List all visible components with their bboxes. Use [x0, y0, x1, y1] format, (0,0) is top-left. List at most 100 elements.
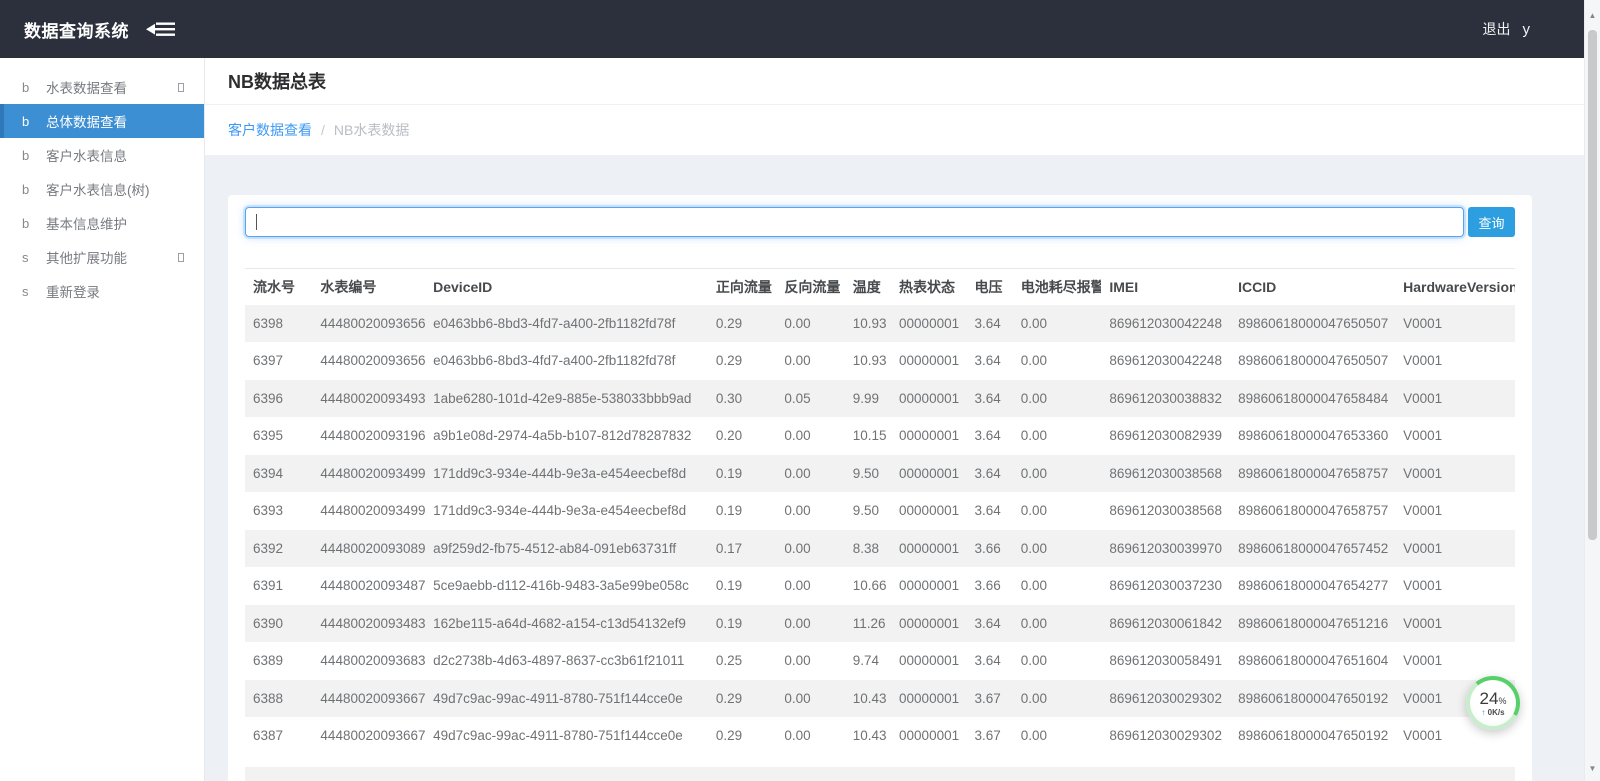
table-row: 639844480020093656e0463bb6-8bd3-4fd7-a40…	[245, 305, 1515, 343]
page-title: NB数据总表	[228, 68, 326, 94]
table-cell: 0.29	[708, 342, 776, 380]
sidebar-item[interactable]: b客户水表信息(树)	[0, 172, 204, 206]
table-cell: 3.64	[967, 492, 1013, 530]
logout-button[interactable]: 退出	[1483, 19, 1511, 39]
table-row: 639044480020093483162be115-a64d-4682-a15…	[245, 605, 1515, 643]
table-cell: 10.93	[845, 342, 891, 380]
table-cell: a9b1e08d-2974-4a5b-b107-812d78287832	[425, 417, 708, 455]
menu-item-label: 客户水表信息(树)	[46, 179, 150, 199]
table-cell: d2c2738b-4d63-4897-8637-cc3b61f21011	[425, 642, 708, 680]
sidebar-item[interactable]: b 总体数据查看	[0, 104, 204, 138]
table-cell: 0.00	[1013, 717, 1102, 755]
sidebar-menu: b水表数据查看 b 总体数据查看 b客户水表信息b客户水表信息(树)b基本信息维护s其…	[0, 58, 205, 781]
table-cell: V0001	[1395, 342, 1515, 380]
table-cell: 869612030039970	[1101, 530, 1230, 568]
download-speed: ↑ 0K/s	[1481, 709, 1504, 717]
sidebar-item[interactable]: b客户水表信息	[0, 138, 204, 172]
table-cell: 0.00	[776, 417, 844, 455]
column-header: 温度	[845, 269, 891, 305]
table-cell: 0.29	[708, 717, 776, 755]
table-cell: 0.00	[776, 680, 844, 718]
search-input[interactable]	[245, 207, 1464, 237]
table-cell: 0.00	[1013, 305, 1102, 343]
table-cell: e0463bb6-8bd3-4fd7-a400-2fb1182fd78f	[425, 305, 708, 343]
table-cell: 869612030029302	[1101, 717, 1230, 755]
table-cell: 89860618000047650192	[1230, 680, 1395, 718]
breadcrumb-separator: /	[321, 122, 325, 138]
sidebar-item[interactable]: s其他扩展功能	[0, 240, 204, 274]
table-cell: 3.64	[967, 605, 1013, 643]
scroll-down-icon[interactable]: ▼	[1585, 761, 1600, 777]
table-cell: 0.19	[708, 455, 776, 493]
column-header: 水表编号	[312, 269, 425, 305]
column-header: 电压	[967, 269, 1013, 305]
table-cell: 0.00	[1013, 567, 1102, 605]
menu-item-label: 客户水表信息	[46, 145, 127, 165]
table-cell: 6387	[245, 717, 312, 755]
table-row: 638944480020093683d2c2738b-4d63-4897-863…	[245, 642, 1515, 680]
column-header: ICCID	[1230, 269, 1395, 305]
table-cell: 10.43	[845, 717, 891, 755]
table-cell: 10.43	[845, 680, 891, 718]
sidebar-collapse-icon[interactable]	[143, 17, 179, 41]
sidebar-item[interactable]: b基本信息维护	[0, 206, 204, 240]
scrollbar-thumb[interactable]	[1588, 30, 1597, 540]
brand: 数据查询系统	[0, 17, 179, 42]
table-row: 639444480020093499171dd9c3-934e-444b-9e3…	[245, 455, 1515, 493]
table-cell: 0.00	[776, 305, 844, 343]
table-cell: 869612030038832	[1101, 380, 1230, 418]
table-cell: 44480020093667	[312, 680, 425, 718]
table-cell: 44480020093499	[312, 455, 425, 493]
table-cell: 0.00	[1013, 680, 1102, 718]
table-cell: 00000001	[891, 680, 966, 718]
menu-item-label: 总体数据查看	[46, 111, 127, 131]
table-cell: V0001	[1395, 455, 1515, 493]
table-cell: 49d7c9ac-99ac-4911-8780-751f144cce0e	[425, 717, 708, 755]
sidebar-item[interactable]: b水表数据查看	[0, 70, 204, 104]
table-cell: 00000001	[891, 417, 966, 455]
query-button[interactable]: 查询	[1468, 207, 1515, 237]
table-cell: 869612030058491	[1101, 642, 1230, 680]
table-cell: V0001	[1395, 380, 1515, 418]
menu-item-icon: b	[22, 114, 35, 129]
table-cell: 89860618000047651604	[1230, 642, 1395, 680]
table-row: 639244480020093089a9f259d2-fb75-4512-ab8…	[245, 530, 1515, 568]
table-cell: 9.99	[845, 380, 891, 418]
table-cell: 0.29	[708, 680, 776, 718]
table-cell: 6395	[245, 417, 312, 455]
table-cell: V0001	[1395, 417, 1515, 455]
sidebar-item[interactable]: s重新登录	[0, 274, 204, 308]
table-cell: 9.74	[845, 642, 891, 680]
table-cell: 44480020093667	[312, 717, 425, 755]
table-cell: 89860618000047658484	[1230, 380, 1395, 418]
username[interactable]: y	[1523, 21, 1531, 38]
table-cell: 89860618000047653360	[1230, 417, 1395, 455]
table-cell: 44480020093196	[312, 417, 425, 455]
app-title: 数据查询系统	[24, 17, 129, 42]
table-cell: 869612030037230	[1101, 567, 1230, 605]
table-cell: 00000001	[891, 530, 966, 568]
download-progress-badge[interactable]: 24% ↑ 0K/s	[1466, 676, 1520, 730]
table-cell: 0.19	[708, 567, 776, 605]
table-cell: 0.25	[708, 642, 776, 680]
breadcrumb-parent-link[interactable]: 客户数据查看	[228, 120, 312, 140]
content-area: 查询 流水号水表编号DeviceID正向流量反向流量温度热表状态电压电池耗尽报警…	[205, 155, 1584, 781]
data-table: 流水号水表编号DeviceID正向流量反向流量温度热表状态电压电池耗尽报警IME…	[245, 268, 1515, 755]
header-right: 退出 y	[1483, 19, 1585, 39]
table-cell: 869612030038568	[1101, 455, 1230, 493]
table-cell: 6391	[245, 567, 312, 605]
menu-item-label: 重新登录	[46, 281, 100, 301]
table-cell: 0.20	[708, 417, 776, 455]
table-cell: 0.00	[1013, 642, 1102, 680]
table-cell: V0001	[1395, 305, 1515, 343]
table-cell: 5ce9aebb-d112-416b-9483-3a5e99be058c	[425, 567, 708, 605]
table-cell: 3.66	[967, 567, 1013, 605]
scroll-up-icon[interactable]: ▲	[1585, 8, 1600, 24]
table-cell: 0.00	[776, 530, 844, 568]
table-cell: 0.19	[708, 492, 776, 530]
table-cell: 869612030038568	[1101, 492, 1230, 530]
menu-item-label: 基本信息维护	[46, 213, 127, 233]
vertical-scrollbar[interactable]: ▲ ▼	[1584, 0, 1600, 781]
menu-item-label: 其他扩展功能	[46, 247, 127, 267]
table-cell: 10.66	[845, 567, 891, 605]
